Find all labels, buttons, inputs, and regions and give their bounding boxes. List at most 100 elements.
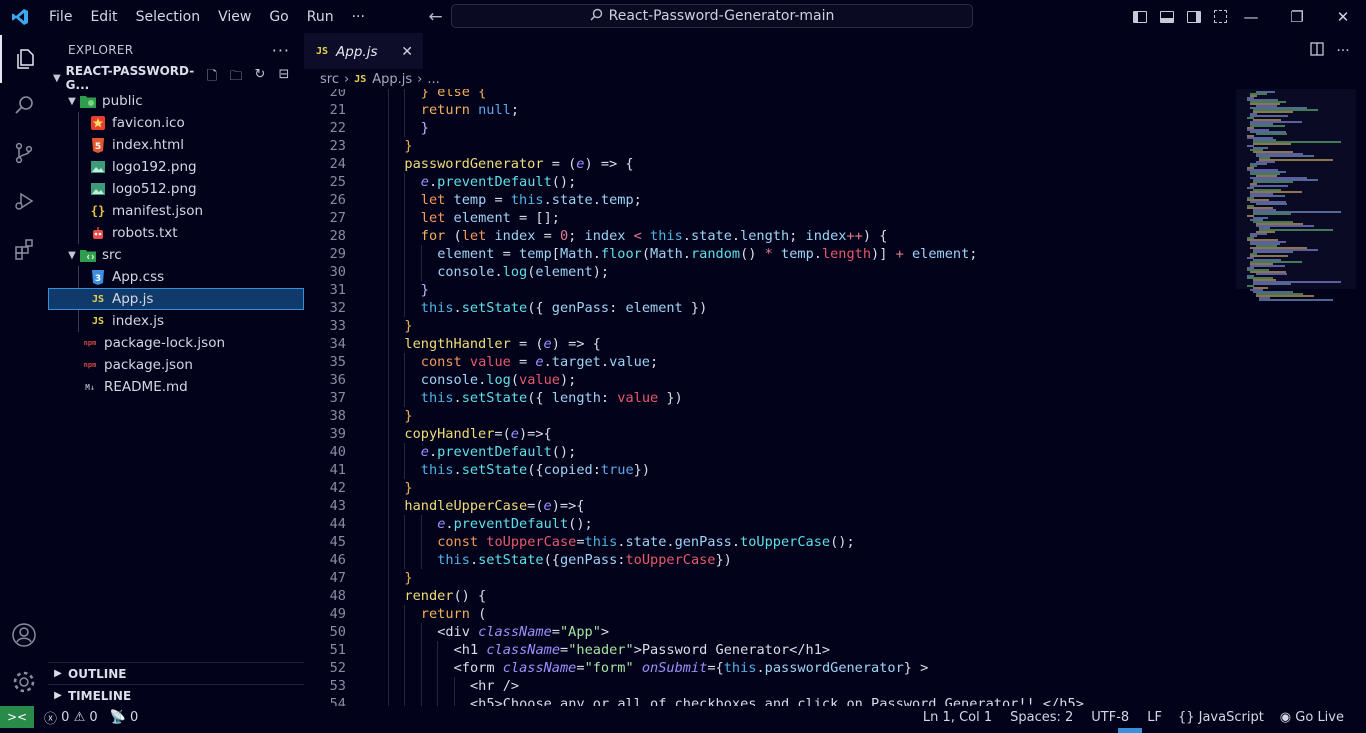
code-line[interactable]: 29 element = temp[Math.floor(Math.random(… <box>304 245 1234 263</box>
tree-folder-src[interactable]: ▼ src <box>48 244 304 266</box>
code-token: e <box>420 174 429 190</box>
explorer-more-actions[interactable]: ··· <box>272 41 290 60</box>
source-control-icon[interactable] <box>0 129 48 177</box>
code-line[interactable]: 32 this.setState({ genPass: element }) <box>304 299 1234 317</box>
tree-file-manifest[interactable]: {} manifest.json <box>48 200 304 222</box>
collapse-all-icon[interactable]: ⊟ <box>272 67 296 89</box>
code-line[interactable]: 53 <hr /> <box>304 677 1234 695</box>
code-line[interactable]: 52 <form className="form" onSubmit={this.… <box>304 659 1234 677</box>
code-line[interactable]: 54 <h5>Choose any or all of checkboxes an… <box>304 695 1234 706</box>
menu-edit[interactable]: Edit <box>81 0 126 33</box>
tree-file-index-html[interactable]: 5 index.html <box>48 134 304 156</box>
code-line[interactable]: 23} <box>304 137 1234 155</box>
code-line[interactable]: 38} <box>304 407 1234 425</box>
search-view-icon[interactable] <box>0 81 48 129</box>
code-line[interactable]: 21 return null; <box>304 101 1234 119</box>
code-line[interactable]: 47} <box>304 569 1234 587</box>
remote-indicator[interactable]: >< <box>0 706 34 728</box>
tree-file-favicon[interactable]: favicon.ico <box>48 112 304 134</box>
end-of-line[interactable]: LF <box>1141 710 1168 725</box>
toggle-secondary-sidebar-icon[interactable] <box>1180 0 1207 33</box>
breadcrumb-symbol[interactable]: ... <box>427 72 439 87</box>
tree-file-robots[interactable]: robots.txt <box>48 222 304 244</box>
code-line[interactable]: 51 <h1 className="header">Password Genera… <box>304 641 1234 659</box>
tab-app-js[interactable]: JS App.js ✕ <box>304 33 423 69</box>
tree-folder-public[interactable]: ▼ public <box>48 90 304 112</box>
tree-file-app-css[interactable]: 3 App.css <box>48 266 304 288</box>
explorer-icon[interactable] <box>0 35 48 83</box>
more-actions-icon[interactable]: ··· <box>1330 43 1356 59</box>
minimize-icon[interactable]: — <box>1228 0 1274 33</box>
close-tab-icon[interactable]: ✕ <box>401 44 413 60</box>
code-line[interactable]: 45 const toUpperCase=this.state.genPass.t… <box>304 533 1234 551</box>
code-line[interactable]: 37 this.setState({ length: value }) <box>304 389 1234 407</box>
code-line[interactable]: 42} <box>304 479 1234 497</box>
code-line[interactable]: 24 passwordGenerator = (e) => { <box>304 155 1234 173</box>
menu-run[interactable]: Run <box>298 0 343 33</box>
back-arrow-icon[interactable]: ← <box>422 7 449 27</box>
cursor-position[interactable]: Ln 1, Col 1 <box>917 710 998 725</box>
code-line[interactable]: 33} <box>304 317 1234 335</box>
code-line[interactable]: 20} else { <box>304 89 1234 101</box>
language-mode[interactable]: {} JavaScript <box>1172 710 1270 725</box>
code-line[interactable]: 26 let temp = this.state.temp; <box>304 191 1234 209</box>
code-token: < <box>625 228 651 244</box>
encoding[interactable]: UTF-8 <box>1085 710 1135 725</box>
new-folder-icon[interactable]: 🗀 <box>224 67 248 89</box>
code-line[interactable]: 22} <box>304 119 1234 137</box>
code-line[interactable]: 41 this.setState({copied:true}) <box>304 461 1234 479</box>
minimap[interactable] <box>1236 89 1356 706</box>
ports-indicator[interactable]: 📡 0 <box>104 710 145 725</box>
problems-indicator[interactable]: ⓧ 0 ⚠ 0 <box>38 708 104 727</box>
toggle-primary-sidebar-icon[interactable] <box>1126 0 1153 33</box>
go-live-button[interactable]: ◉ Go Live <box>1274 710 1350 725</box>
workspace-folder-header[interactable]: ▼ REACT-PASSWORD-G... 🗋 🗀 ↻ ⊟ <box>48 64 304 92</box>
code-line[interactable]: 48 render() { <box>304 587 1234 605</box>
accounts-icon[interactable] <box>0 611 48 659</box>
tree-file-logo512[interactable]: logo512.png <box>48 178 304 200</box>
code-line[interactable]: 36 console.log(value); <box>304 371 1234 389</box>
code-line[interactable]: 50 <div className="App"> <box>304 623 1234 641</box>
code-editor[interactable]: 20} else {21 return null; 22} 23} 24 password… <box>304 89 1234 706</box>
menu-view[interactable]: View <box>209 0 260 33</box>
new-file-icon[interactable]: 🗋 <box>200 67 224 89</box>
code-line[interactable]: 27 let element = []; <box>304 209 1234 227</box>
code-line[interactable]: 46 this.setState({genPass:toUpperCase}) <box>304 551 1234 569</box>
split-editor-icon[interactable] <box>1304 42 1330 60</box>
code-line[interactable]: 34 lengthHandler = (e) => { <box>304 335 1234 353</box>
timeline-panel-header[interactable]: ▶ TIMELINE <box>48 684 304 706</box>
go-live-label: Go Live <box>1295 709 1344 725</box>
menu-go[interactable]: Go <box>260 0 297 33</box>
indentation[interactable]: Spaces: 2 <box>1004 710 1079 725</box>
code-line[interactable]: 25 e.preventDefault(); <box>304 173 1234 191</box>
code-line[interactable]: 44 e.preventDefault(); <box>304 515 1234 533</box>
code-line[interactable]: 30 console.log(element); <box>304 263 1234 281</box>
tree-file-index-js[interactable]: JS index.js <box>48 310 304 332</box>
run-debug-icon[interactable] <box>0 177 48 225</box>
menu-selection[interactable]: Selection <box>127 0 210 33</box>
code-line[interactable]: 28 for (let index = 0; index < this.state… <box>304 227 1234 245</box>
outline-panel-header[interactable]: ▶ OUTLINE <box>48 662 304 684</box>
command-center-search[interactable]: React-Password-Generator-main <box>451 4 973 28</box>
settings-gear-icon[interactable] <box>0 658 48 706</box>
refresh-icon[interactable]: ↻ <box>248 67 272 89</box>
code-line[interactable]: 43 handleUpperCase=(e)=>{ <box>304 497 1234 515</box>
code-line[interactable]: 35 const value = e.target.value; <box>304 353 1234 371</box>
menu-file[interactable]: File <box>40 0 81 33</box>
code-line[interactable]: 31} <box>304 281 1234 299</box>
code-line[interactable]: 39 copyHandler=(e)=>{ <box>304 425 1234 443</box>
tree-file-package-json[interactable]: npm package.json <box>48 354 304 376</box>
extensions-icon[interactable] <box>0 225 48 273</box>
toggle-panel-icon[interactable] <box>1153 0 1180 33</box>
breadcrumb-folder[interactable]: src <box>320 72 339 87</box>
tree-file-package-lock[interactable]: npm package-lock.json <box>48 332 304 354</box>
menu-more[interactable]: ··· <box>343 0 374 33</box>
tree-file-logo192[interactable]: logo192.png <box>48 156 304 178</box>
code-line[interactable]: 40 e.preventDefault(); <box>304 443 1234 461</box>
tree-file-readme[interactable]: M↓ README.md <box>48 376 304 398</box>
tree-file-app-js[interactable]: JS App.js <box>48 288 304 310</box>
restore-icon[interactable]: ❐ <box>1274 0 1320 33</box>
code-line[interactable]: 49 return ( <box>304 605 1234 623</box>
close-window-icon[interactable]: ✕ <box>1320 0 1366 33</box>
breadcrumb-file[interactable]: App.js <box>372 72 412 87</box>
